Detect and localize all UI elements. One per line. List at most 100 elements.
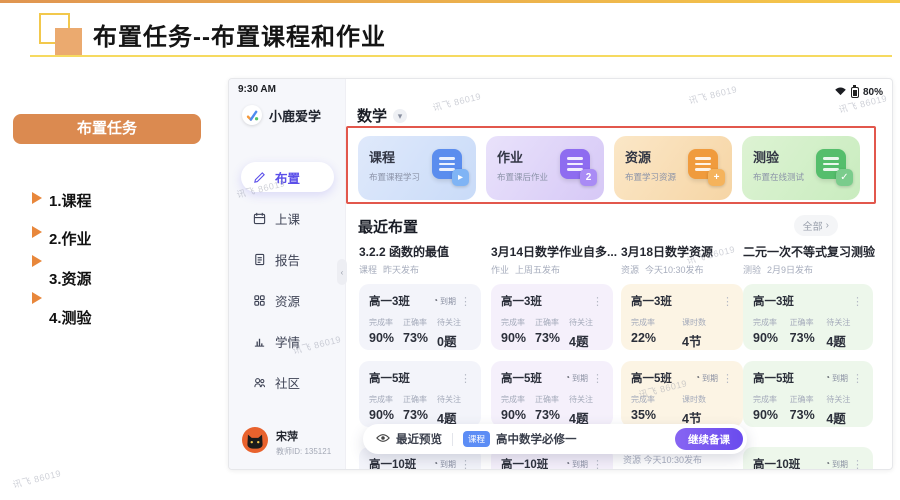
more-options-icon[interactable]: ⋮ bbox=[852, 372, 863, 385]
more-options-icon[interactable]: ⋮ bbox=[460, 458, 471, 471]
list-item-label: 2.作业 bbox=[49, 231, 92, 248]
stat-label: 正确率 bbox=[535, 317, 569, 328]
class-card[interactable]: 高一5班◔到期⋮完成率90%正确率73%待关注4题 bbox=[743, 361, 873, 427]
class-card-stats: 完成率90%正确率73%待关注4题 bbox=[501, 394, 603, 427]
due-badge: ◔到期 bbox=[825, 373, 848, 384]
stat: 完成率90% bbox=[369, 317, 403, 350]
action-card-2[interactable]: 作业布置课后作业2 bbox=[486, 136, 604, 200]
due-badge-label: 到期 bbox=[702, 373, 718, 384]
stat-label: 待关注 bbox=[826, 394, 863, 405]
wifi-icon bbox=[834, 83, 847, 101]
due-badge: ◔到期 bbox=[565, 459, 588, 470]
class-name: 高一3班 bbox=[631, 293, 672, 309]
nav-item-calendar[interactable]: 上课 bbox=[241, 203, 334, 233]
stat: 正确率73% bbox=[403, 317, 437, 350]
class-card[interactable]: 高一5班 ◔到期 ⋮ 完成率90%正确率73%待关注4题 bbox=[491, 361, 613, 427]
assignment-date: 2月9日发布 bbox=[767, 263, 813, 276]
assignment-meta: 作业上周五发布 bbox=[491, 263, 560, 276]
class-card[interactable]: 高一5班⋮完成率90%正确率73%待关注4题 bbox=[359, 361, 481, 427]
avatar bbox=[242, 427, 268, 458]
tablet-screenshot: 9:30 AM 80% 小鹿爱学 布置上课报告资源学情社区 ‹ 宋萍 教 bbox=[228, 78, 893, 470]
stat-value: 73% bbox=[535, 408, 569, 422]
more-options-icon[interactable]: ⋮ bbox=[460, 372, 471, 385]
due-badge: ◔到期 bbox=[433, 296, 456, 307]
stat: 课时数4节 bbox=[682, 317, 733, 350]
stat-value: 4题 bbox=[826, 408, 863, 427]
assignment-meta: 课程昨天发布 bbox=[359, 263, 419, 276]
assignment-meta: 资源今天10:30发布 bbox=[621, 263, 704, 276]
nav-item-users[interactable]: 社区 bbox=[241, 367, 334, 397]
action-card-1[interactable]: 课程布置课程学习▸ bbox=[358, 136, 476, 200]
stat-label: 待关注 bbox=[437, 394, 471, 405]
more-options-icon[interactable]: ⋮ bbox=[722, 372, 733, 385]
more-options-icon[interactable]: ⋮ bbox=[460, 295, 471, 308]
view-all-link[interactable]: 全部 › bbox=[794, 215, 838, 236]
course-name: 高中数学必修一 bbox=[496, 431, 577, 447]
class-card-header: 高一5班⋮ bbox=[369, 370, 471, 386]
nav-item-report[interactable]: 报告 bbox=[241, 244, 334, 274]
stat-value: 90% bbox=[369, 408, 403, 422]
class-name: 高一10班 bbox=[753, 456, 800, 470]
class-name: 高一3班 bbox=[501, 293, 542, 309]
due-badge: ◔到期 bbox=[433, 459, 456, 470]
class-card-stats: 完成率90%正确率73%待关注4题 bbox=[753, 317, 863, 350]
class-card-header: 高一5班◔到期⋮ bbox=[753, 370, 863, 386]
class-card[interactable]: 高一5班◔到期⋮完成率35%课时数4节 bbox=[621, 361, 743, 427]
stat-value: 73% bbox=[403, 331, 437, 345]
class-card[interactable]: 高一3班⋮ 完成率90%正确率73%待关注4题 bbox=[743, 284, 873, 350]
more-options-icon[interactable]: ⋮ bbox=[852, 458, 863, 471]
class-card[interactable]: 高一3班⋮完成率22%课时数4节 bbox=[621, 284, 743, 350]
nav-item-label: 上课 bbox=[275, 209, 300, 228]
class-card[interactable]: 高一10班◔到期⋮ bbox=[743, 447, 873, 470]
due-badge: ◔到期 bbox=[695, 373, 718, 384]
quiz-icon: ✓ bbox=[816, 149, 850, 183]
stat-value: 90% bbox=[501, 331, 535, 345]
action-card-4[interactable]: 测验布置在线测试✓ bbox=[742, 136, 860, 200]
more-options-icon[interactable]: ⋮ bbox=[852, 295, 863, 308]
due-badge-label: 到期 bbox=[832, 459, 848, 470]
slide-list-item: 1.课程 bbox=[32, 190, 92, 211]
stat-value: 35% bbox=[631, 408, 682, 422]
stat-label: 待关注 bbox=[569, 394, 603, 405]
action-card-3[interactable]: 资源布置学习资源+ bbox=[614, 136, 732, 200]
recent-section-title: 最近布置 bbox=[358, 216, 418, 237]
nav-item-pen[interactable]: 布置 bbox=[241, 162, 334, 192]
class-card[interactable]: 高一3班◔到期⋮完成率90%正确率73%待关注0题 bbox=[359, 284, 481, 350]
chevron-down-icon: ▾ bbox=[393, 109, 407, 123]
class-name: 高一5班 bbox=[501, 370, 542, 386]
stat-value: 73% bbox=[403, 408, 437, 422]
list-item-label: 3.资源 bbox=[49, 271, 92, 288]
app-nav: 布置上课报告资源学情社区 bbox=[229, 162, 346, 408]
teacher-profile[interactable]: 宋萍 教师ID: 135121 bbox=[242, 427, 331, 458]
nav-item-grid[interactable]: 资源 bbox=[241, 285, 334, 315]
slide-list-item: 3.资源 bbox=[32, 268, 92, 289]
list-item-label: 1.课程 bbox=[49, 193, 92, 210]
due-badge: ◔到期 bbox=[565, 373, 588, 384]
users-icon bbox=[253, 376, 266, 389]
chart-icon bbox=[253, 335, 266, 348]
class-card[interactable]: 高一3班⋮完成率90%正确率73%待关注4题 bbox=[491, 284, 613, 350]
class-card-header: 高一3班⋮ bbox=[753, 293, 863, 309]
more-options-icon[interactable]: ⋮ bbox=[722, 295, 733, 308]
due-badge-label: 到期 bbox=[572, 459, 588, 470]
preview-bar[interactable]: 最近预览 课程 高中数学必修一 继续备课 bbox=[363, 424, 747, 454]
stat-label: 完成率 bbox=[753, 394, 790, 405]
stat-value: 0题 bbox=[437, 331, 471, 350]
more-options-icon[interactable]: ⋮ bbox=[592, 295, 603, 308]
assignment-title: 3月14日数学作业自多... bbox=[491, 243, 618, 260]
subject-dropdown[interactable]: 数学 ▾ bbox=[357, 105, 407, 126]
stat-label: 完成率 bbox=[631, 317, 682, 328]
clock-icon: ◔ bbox=[825, 374, 830, 382]
recent-column-4: 二元一次不等式复习测验测验2月9日发布高一3班⋮完成率90%正确率73%待关注4… bbox=[743, 239, 873, 470]
stat-value: 90% bbox=[753, 331, 790, 345]
stat-value: 90% bbox=[753, 408, 790, 422]
chevron-left-icon: ‹ bbox=[341, 268, 344, 277]
clock-icon: ◔ bbox=[565, 374, 570, 382]
continue-prep-button[interactable]: 继续备课 bbox=[675, 428, 743, 450]
stat: 待关注4题 bbox=[437, 394, 471, 427]
assignment-date: 上周五发布 bbox=[515, 263, 560, 276]
stat-label: 完成率 bbox=[631, 394, 682, 405]
more-options-icon[interactable]: ⋮ bbox=[592, 372, 603, 385]
nav-item-chart[interactable]: 学情 bbox=[241, 326, 334, 356]
more-options-icon[interactable]: ⋮ bbox=[592, 458, 603, 471]
